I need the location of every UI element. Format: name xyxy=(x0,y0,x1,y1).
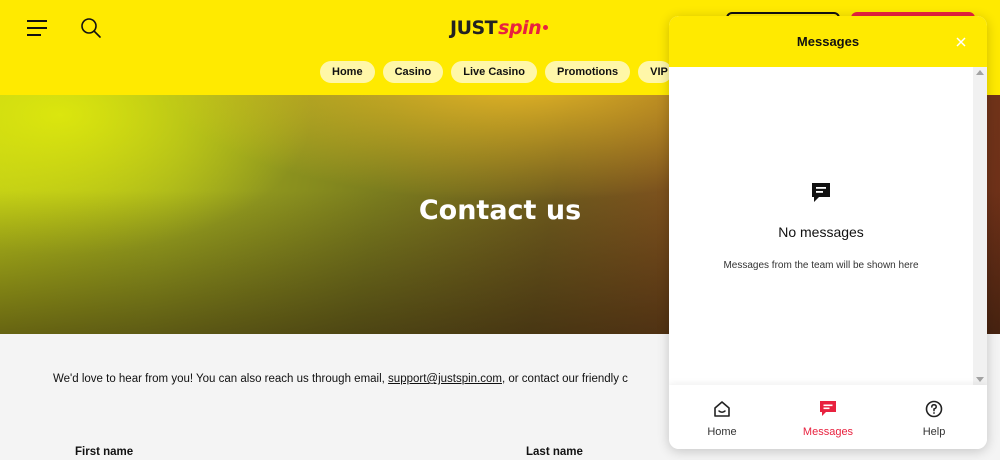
nav-home[interactable]: Home xyxy=(320,61,375,83)
nav-casino[interactable]: Casino xyxy=(382,61,444,83)
scroll-up-arrow[interactable] xyxy=(976,70,984,75)
empty-state-subtitle: Messages from the team will be shown her… xyxy=(723,260,919,271)
contact-intro: We'd love to hear from you! You can also… xyxy=(53,373,628,385)
scrollbar[interactable] xyxy=(973,67,987,385)
close-icon[interactable] xyxy=(952,33,970,51)
messages-list[interactable]: No messages Messages from the team will … xyxy=(669,67,973,385)
main-nav: Home Casino Live Casino Promotions VIP xyxy=(320,61,672,83)
tab-home[interactable]: Home xyxy=(669,385,775,449)
messages-panel-title: Messages xyxy=(796,34,860,49)
tab-help[interactable]: Help xyxy=(881,385,987,449)
logo-dot xyxy=(543,24,549,30)
contact-intro-text-end: , or contact our friendly c xyxy=(502,373,628,385)
tab-messages-label: Messages xyxy=(802,426,854,438)
search-icon[interactable] xyxy=(80,17,102,39)
messages-panel-header: Messages xyxy=(669,16,987,67)
chat-bubble-icon xyxy=(812,183,830,202)
last-name-label: Last name xyxy=(526,446,583,458)
scroll-down-arrow[interactable] xyxy=(976,377,984,382)
home-icon xyxy=(714,401,730,417)
contact-intro-text: We'd love to hear from you! You can also… xyxy=(53,373,389,385)
support-email-link[interactable]: support@justspin.com xyxy=(388,373,502,385)
messages-panel-tabs: Home Messages Help xyxy=(669,385,987,449)
nav-vip[interactable]: VIP xyxy=(638,61,672,83)
first-name-label: First name xyxy=(75,446,134,458)
logo[interactable]: JUST spin xyxy=(450,13,549,43)
nav-live-casino[interactable]: Live Casino xyxy=(451,61,537,83)
tab-help-label: Help xyxy=(922,426,946,438)
help-icon xyxy=(925,400,943,418)
messages-panel: Messages No messages Messages from the t… xyxy=(669,16,987,449)
empty-state-title: No messages xyxy=(778,224,864,240)
messages-icon xyxy=(820,401,836,416)
nav-promotions[interactable]: Promotions xyxy=(545,61,631,83)
logo-text-just: JUST xyxy=(450,17,498,39)
tab-messages[interactable]: Messages xyxy=(775,385,881,449)
menu-icon[interactable] xyxy=(27,18,49,38)
logo-text-spin: spin xyxy=(498,17,542,39)
tab-home-label: Home xyxy=(707,426,737,438)
